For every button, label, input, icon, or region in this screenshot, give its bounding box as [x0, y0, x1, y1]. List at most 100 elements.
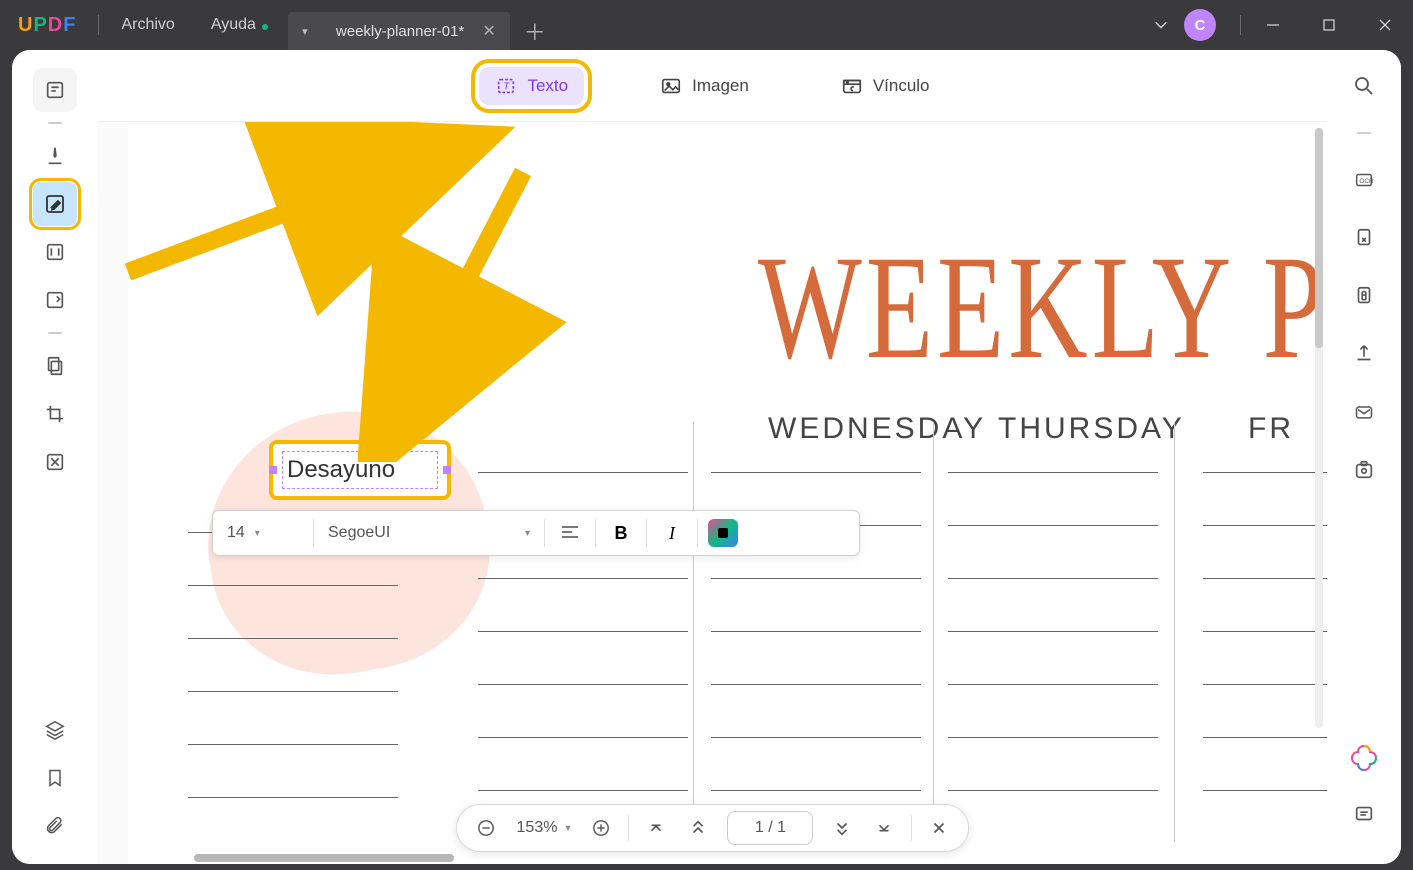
window-controls: C [1138, 0, 1413, 50]
attachment-button[interactable] [33, 804, 77, 848]
close-tab-icon[interactable]: ✕ [482, 21, 495, 41]
first-page-button[interactable] [637, 809, 675, 847]
text-format-toolbar: 14▾ SegoeUI ▾ B I [212, 510, 860, 556]
brand-icon[interactable] [1348, 742, 1380, 774]
notification-dot-icon [262, 24, 268, 30]
zoom-in-button[interactable] [582, 809, 620, 847]
zoom-value: 153% [517, 819, 558, 837]
document-canvas[interactable]: WEEKLY PLANN WEDNESDAY THURSDAY FR Desay… [98, 122, 1327, 864]
column-divider [693, 422, 694, 842]
planner-lines [1203, 472, 1327, 843]
font-size-select[interactable]: 14▾ [213, 511, 313, 555]
font-family-select[interactable]: SegoeUI ▾ [314, 511, 544, 555]
last-page-button[interactable] [865, 809, 903, 847]
zoom-out-button[interactable] [467, 809, 505, 847]
email-icon[interactable] [1346, 394, 1382, 430]
day-header-wednesday: WEDNESDAY [768, 412, 986, 446]
organize-tool-button[interactable] [33, 230, 77, 274]
separator [911, 815, 912, 841]
convert-icon[interactable] [1346, 220, 1382, 256]
column-divider [933, 422, 934, 842]
color-picker-button[interactable] [708, 519, 738, 547]
day-header-friday: FR [1248, 412, 1294, 446]
text-tool-button[interactable]: T Texto [479, 67, 584, 105]
font-size-value: 14 [227, 524, 245, 542]
planner-lines [948, 472, 1158, 843]
page-total: 1 [777, 819, 786, 837]
chevron-down-icon: ▾ [525, 528, 530, 539]
text-edit-box[interactable]: Desayuno [273, 444, 447, 496]
svg-text:T: T [504, 81, 511, 92]
crop-tool-button[interactable] [33, 392, 77, 436]
image-tool-label: Imagen [692, 76, 749, 96]
maximize-button[interactable] [1301, 0, 1357, 50]
link-tool-label: Vínculo [873, 76, 930, 96]
user-avatar[interactable]: C [1184, 9, 1216, 41]
edit-toolbar: T Texto Imagen Vínculo [98, 50, 1327, 122]
chevron-down-icon: ▾ [565, 823, 570, 834]
pages-tool-button[interactable] [33, 344, 77, 388]
align-button[interactable] [545, 511, 595, 555]
chevron-down-icon[interactable] [1138, 18, 1184, 32]
separator [1240, 15, 1241, 35]
app-frame: OCR T Texto Imagen Vínculo WEEKLY PLANN … [12, 50, 1401, 864]
svg-text:OCR: OCR [1359, 178, 1374, 185]
page-navigation-bar: 153% ▾ 1 / 1 [456, 804, 970, 852]
edit-tool-button[interactable] [33, 182, 77, 226]
reader-tool-button[interactable] [33, 68, 77, 112]
tab-title: weekly-planner-01* [336, 23, 464, 40]
resize-handle-right[interactable] [443, 466, 451, 474]
rail-separator [1357, 132, 1371, 134]
app-logo: UPDF [0, 14, 94, 37]
minimize-button[interactable] [1245, 0, 1301, 50]
resize-handle-left[interactable] [269, 466, 277, 474]
close-pagebar-button[interactable] [920, 809, 958, 847]
separator [98, 15, 99, 35]
comment-tool-button[interactable] [33, 134, 77, 178]
zoom-select[interactable]: 153% ▾ [509, 819, 579, 837]
protect-icon[interactable] [1346, 278, 1382, 314]
menu-help-label: Ayuda [211, 16, 256, 33]
link-tool-button[interactable]: Vínculo [825, 67, 946, 105]
tab-dropdown[interactable]: ▾ [288, 12, 322, 50]
menu-help[interactable]: Ayuda [193, 16, 274, 34]
menu-file[interactable]: Archivo [103, 16, 192, 34]
rail-separator [48, 332, 62, 334]
planner-lines [188, 532, 398, 850]
title-bar: UPDF Archivo Ayuda ▾ weekly-planner-01* … [0, 0, 1413, 50]
notes-panel-icon[interactable] [1346, 796, 1382, 832]
bold-button[interactable]: B [596, 511, 646, 555]
document-tab[interactable]: weekly-planner-01* ✕ [322, 12, 510, 50]
share-icon[interactable] [1346, 336, 1382, 372]
vertical-scrollbar[interactable] [1315, 128, 1323, 728]
day-header-thursday: THURSDAY [998, 412, 1185, 446]
layers-button[interactable] [33, 708, 77, 752]
font-family-value: SegoeUI [328, 524, 390, 542]
separator [697, 519, 698, 547]
italic-button[interactable]: I [647, 511, 697, 555]
save-icon[interactable] [1346, 452, 1382, 488]
rail-separator [48, 122, 62, 124]
ocr-icon[interactable]: OCR [1346, 162, 1382, 198]
prev-page-button[interactable] [679, 809, 717, 847]
form-tool-button[interactable] [33, 278, 77, 322]
page-content: WEEKLY PLANN WEDNESDAY THURSDAY FR Desay… [128, 122, 1327, 864]
horizontal-scrollbar[interactable] [194, 854, 454, 862]
page-current: 1 [755, 819, 764, 837]
bookmark-button[interactable] [33, 756, 77, 800]
text-tool-label: Texto [527, 76, 568, 96]
next-page-button[interactable] [823, 809, 861, 847]
new-tab-button[interactable]: ＋ [516, 12, 554, 50]
close-window-button[interactable] [1357, 0, 1413, 50]
column-divider [1174, 422, 1175, 842]
text-input[interactable]: Desayuno [282, 451, 438, 489]
search-icon[interactable] [1346, 68, 1382, 104]
separator [628, 815, 629, 841]
compare-tool-button[interactable] [33, 440, 77, 484]
document-title: WEEKLY PLANN [758, 222, 1327, 393]
page-input[interactable]: 1 / 1 [727, 811, 813, 845]
right-sidebar: OCR [1327, 50, 1401, 864]
tab-area: ▾ weekly-planner-01* ✕ ＋ [288, 0, 554, 50]
page-sep: / [768, 819, 772, 837]
image-tool-button[interactable]: Imagen [644, 67, 765, 105]
